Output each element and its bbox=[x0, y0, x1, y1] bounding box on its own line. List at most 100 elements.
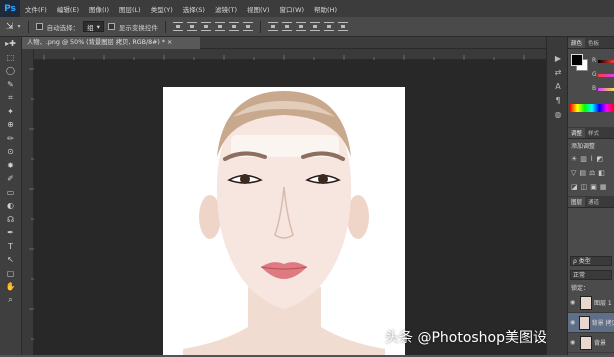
dodge-tool-icon[interactable]: ☊ bbox=[0, 213, 21, 227]
foreground-color-swatch[interactable] bbox=[571, 54, 583, 66]
close-icon[interactable]: × bbox=[167, 39, 172, 46]
clone-stamp-tool-icon[interactable]: ⊙ bbox=[0, 145, 21, 159]
hue-sat-icon[interactable]: ▤ bbox=[579, 169, 586, 177]
tab-styles[interactable]: 样式 bbox=[585, 128, 602, 138]
menu-type[interactable]: 类型(Y) bbox=[146, 4, 178, 14]
chevron-down-icon[interactable]: ▾ bbox=[18, 23, 21, 30]
bw-icon[interactable]: ◧ bbox=[598, 169, 605, 177]
b-slider[interactable] bbox=[598, 88, 614, 91]
move-tool-preset-icon[interactable]: ⇲ bbox=[6, 22, 14, 32]
play-action-icon[interactable]: ▶ bbox=[547, 51, 569, 65]
menu-edit[interactable]: 编辑(E) bbox=[52, 4, 84, 14]
color-balance-icon[interactable]: ⚖ bbox=[589, 169, 595, 177]
crop-tool-icon[interactable]: ⌗ bbox=[0, 91, 21, 105]
blend-mode-select[interactable]: 正常 bbox=[570, 270, 612, 280]
tab-channels[interactable]: 通道 bbox=[585, 197, 602, 207]
adjust-row-3: ◪ ◫ ▣ ▦ bbox=[568, 180, 614, 194]
healing-tool-icon[interactable]: ⊕ bbox=[0, 118, 21, 132]
align-vcenter-icon[interactable] bbox=[186, 22, 197, 31]
character-panel-icon[interactable]: A bbox=[547, 79, 569, 93]
document-title: 人物、.png @ 50% (背景图层 拷贝, RGB/8#) * bbox=[27, 39, 166, 46]
eye-icon[interactable]: ◉ bbox=[570, 319, 577, 326]
gradient-tool-icon[interactable]: ▭ bbox=[0, 186, 21, 200]
portrait-image bbox=[163, 87, 405, 355]
lock-label: 锁定： bbox=[571, 285, 590, 292]
gradient-map-icon[interactable]: ▦ bbox=[600, 183, 607, 191]
hand-tool-icon[interactable]: ✋ bbox=[0, 280, 21, 294]
align-top-icon[interactable] bbox=[172, 22, 183, 31]
auto-select-checkbox[interactable] bbox=[35, 23, 43, 30]
right-panels: 颜色 色板 R G B 调整 样式 添加调整 ☀ ▥ ⌇ ◩ ▽ ▤ ⚖ ◧ ◪… bbox=[568, 37, 614, 355]
history-brush-tool-icon[interactable]: ✸ bbox=[0, 159, 21, 173]
adjust-panel-tabs: 调整 样式 bbox=[568, 127, 614, 139]
eye-icon[interactable]: ◉ bbox=[570, 299, 578, 306]
threshold-icon[interactable]: ▣ bbox=[590, 183, 597, 191]
auto-select-label: 自动选择： bbox=[46, 23, 80, 32]
vertical-ruler[interactable] bbox=[22, 49, 34, 355]
exposure-icon[interactable]: ◩ bbox=[596, 155, 603, 163]
swap-icon[interactable]: ⇄ bbox=[547, 65, 569, 79]
distribute-hcenter-icon[interactable] bbox=[323, 22, 334, 31]
vibrance-icon[interactable]: ▽ bbox=[571, 169, 576, 177]
curves-icon[interactable]: ⌇ bbox=[590, 155, 593, 163]
brightness-icon[interactable]: ☀ bbox=[571, 155, 577, 163]
distribute-left-icon[interactable] bbox=[309, 22, 320, 31]
align-bottom-icon[interactable] bbox=[200, 22, 211, 31]
quick-select-tool-icon[interactable]: ✎ bbox=[0, 78, 21, 92]
move-tool-icon[interactable]: ▸✚ bbox=[0, 37, 21, 51]
auto-select-dropdown[interactable]: 组 ▾ bbox=[83, 21, 104, 32]
invert-icon[interactable]: ◪ bbox=[571, 183, 578, 191]
eye-icon[interactable]: ◉ bbox=[570, 339, 578, 346]
lasso-tool-icon[interactable]: ◯ bbox=[0, 64, 21, 78]
blur-tool-icon[interactable]: ◐ bbox=[0, 199, 21, 213]
distribute-top-icon[interactable] bbox=[267, 22, 278, 31]
layer-row-selected[interactable]: ◉ 背景 拷贝 bbox=[568, 313, 614, 333]
layer-row[interactable]: ◉ 背景 bbox=[568, 333, 614, 353]
paragraph-panel-icon[interactable]: ¶ bbox=[547, 93, 569, 107]
align-left-icon[interactable] bbox=[214, 22, 225, 31]
menu-filter[interactable]: 滤镜(T) bbox=[210, 4, 242, 14]
layer-name: 背景 bbox=[594, 340, 607, 347]
menu-layer[interactable]: 图层(L) bbox=[114, 4, 146, 14]
photoshop-logo-icon: Ps bbox=[0, 0, 20, 17]
g-label: G bbox=[592, 71, 597, 78]
distribute-vcenter-icon[interactable] bbox=[281, 22, 292, 31]
r-slider[interactable] bbox=[598, 60, 614, 63]
canvas-area[interactable] bbox=[34, 60, 568, 355]
tab-swatches[interactable]: 色板 bbox=[585, 38, 602, 48]
menu-file[interactable]: 文件(F) bbox=[20, 4, 52, 14]
marquee-tool-icon[interactable]: ⬚ bbox=[0, 51, 21, 65]
align-hcenter-icon[interactable] bbox=[228, 22, 239, 31]
eyedropper-tool-icon[interactable]: ✦ bbox=[0, 105, 21, 119]
brush-tool-icon[interactable]: ✏ bbox=[0, 132, 21, 146]
layers-panel-tabs: 图层 通道 bbox=[568, 196, 614, 208]
layers-filter-select[interactable]: ρ 类型 bbox=[570, 256, 612, 266]
shape-tool-icon[interactable]: ▢ bbox=[0, 267, 21, 281]
tab-adjustments[interactable]: 调整 bbox=[568, 128, 586, 138]
posterize-icon[interactable]: ◫ bbox=[581, 183, 588, 191]
options-bar: ⇲ ▾ 自动选择： 组 ▾ 显示变换控件 bbox=[0, 17, 614, 37]
levels-icon[interactable]: ▥ bbox=[580, 155, 587, 163]
menu-window[interactable]: 窗口(W) bbox=[275, 4, 310, 14]
document-tab[interactable]: 人物、.png @ 50% (背景图层 拷贝, RGB/8#) * × bbox=[22, 37, 200, 49]
distribute-bottom-icon[interactable] bbox=[295, 22, 306, 31]
zoom-tool-icon[interactable]: ⌕ bbox=[0, 294, 21, 308]
tab-layers[interactable]: 图层 bbox=[568, 197, 586, 207]
brush-preset-icon[interactable]: ◍ bbox=[547, 107, 569, 121]
menu-image[interactable]: 图像(I) bbox=[84, 4, 114, 14]
menu-select[interactable]: 选择(S) bbox=[178, 4, 210, 14]
distribute-right-icon[interactable] bbox=[337, 22, 348, 31]
show-transform-checkbox[interactable] bbox=[107, 23, 115, 30]
pen-tool-icon[interactable]: ✒ bbox=[0, 226, 21, 240]
menu-view[interactable]: 视图(V) bbox=[242, 4, 275, 14]
path-select-tool-icon[interactable]: ↖ bbox=[0, 253, 21, 267]
align-right-icon[interactable] bbox=[242, 22, 253, 31]
g-slider[interactable] bbox=[598, 74, 614, 77]
color-spectrum-bar[interactable] bbox=[570, 104, 614, 112]
horizontal-ruler[interactable] bbox=[34, 49, 568, 60]
eraser-tool-icon[interactable]: ✐ bbox=[0, 172, 21, 186]
type-tool-icon[interactable]: T bbox=[0, 240, 21, 254]
menu-help[interactable]: 帮助(H) bbox=[309, 4, 342, 14]
tab-color[interactable]: 颜色 bbox=[568, 38, 586, 48]
layer-row[interactable]: ◉ 图层 1 bbox=[568, 293, 614, 313]
